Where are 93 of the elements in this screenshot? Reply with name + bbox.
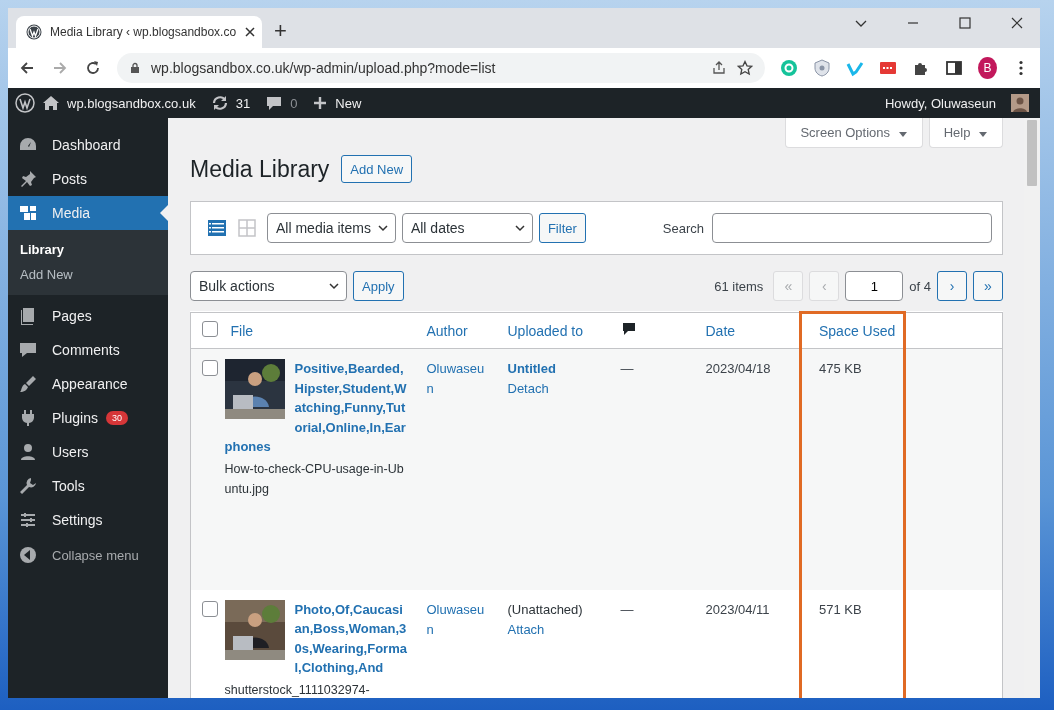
home-icon xyxy=(42,94,60,112)
dots-extension-icon[interactable] xyxy=(879,59,897,77)
menu-item[interactable]: Dashboard xyxy=(8,128,168,162)
file-name: How-to-check-CPU-usage-in-Ubuntu.jpg xyxy=(224,460,405,498)
page-title: Media Library xyxy=(190,155,330,183)
row-checkbox[interactable] xyxy=(202,600,218,617)
screen-options-button[interactable]: Screen Options xyxy=(785,118,923,148)
menu-item[interactable]: Media xyxy=(8,196,168,230)
upload-date: 2023/04/11 xyxy=(705,601,770,617)
collapse-icon xyxy=(18,545,38,565)
bulk-actions-dropdown[interactable]: Bulk actions xyxy=(190,271,347,301)
menu-item[interactable]: Settings xyxy=(8,503,168,537)
comment-count: — xyxy=(620,361,634,376)
file-name: shutterstock_1111032974- xyxy=(224,681,371,698)
date-dropdown[interactable]: All dates xyxy=(401,213,533,243)
attach-link[interactable]: Detach xyxy=(507,379,605,399)
maximize-icon[interactable] xyxy=(958,16,972,30)
refresh-icon xyxy=(210,94,229,112)
search-field[interactable] xyxy=(712,213,992,243)
side-panel-icon[interactable] xyxy=(945,59,963,77)
space-used: 571 KB xyxy=(819,601,862,617)
menu-item[interactable]: Users xyxy=(8,435,168,469)
current-page-arrow-icon xyxy=(160,205,168,221)
add-new-button[interactable]: Add New xyxy=(341,155,413,183)
column-header[interactable]: File xyxy=(230,322,254,339)
apply-button[interactable]: Apply xyxy=(353,271,404,301)
star-icon[interactable] xyxy=(737,60,753,76)
comments-count[interactable]: 0 xyxy=(290,95,298,111)
user-icon xyxy=(18,442,38,462)
column-header[interactable]: Uploaded to xyxy=(507,322,583,339)
site-name-link[interactable]: wp.blogsandbox.co.uk xyxy=(67,95,196,111)
plus-icon xyxy=(312,95,329,111)
list-view-icon[interactable] xyxy=(207,218,227,238)
search-label: Search xyxy=(662,220,704,236)
item-count: 61 items xyxy=(714,278,764,294)
updates-count[interactable]: 31 xyxy=(235,95,251,111)
close-icon[interactable] xyxy=(1010,16,1024,30)
shield-icon[interactable] xyxy=(813,59,831,77)
menu-item[interactable]: Pages xyxy=(8,299,168,333)
new-tab-button[interactable]: + xyxy=(274,18,287,44)
row-checkbox[interactable] xyxy=(202,360,218,376)
filter-button[interactable]: Filter xyxy=(538,213,586,243)
user-avatar-icon[interactable] xyxy=(1011,94,1029,112)
chevron-down-icon xyxy=(513,222,526,234)
comment-count: — xyxy=(620,601,634,617)
author-link[interactable]: Oluwaseun xyxy=(426,599,487,640)
menu-item[interactable]: Tools xyxy=(8,469,168,503)
menu-item[interactable]: Appearance xyxy=(8,367,168,401)
close-icon[interactable] xyxy=(244,26,257,38)
browser-tab[interactable]: Media Library ‹ wp.blogsandbox.co xyxy=(16,16,262,48)
share-icon[interactable] xyxy=(711,60,727,76)
file-title-link[interactable]: Photo,Of,Caucasian,Boss,Woman,30s,Wearing,Formal,Clothing,And xyxy=(224,599,409,678)
author-link[interactable]: Oluwaseun xyxy=(426,359,487,399)
new-link[interactable]: New xyxy=(335,95,362,111)
column-header[interactable]: Date xyxy=(705,322,736,339)
upload-date: 2023/04/18 xyxy=(705,361,771,376)
menu-item[interactable]: Comments xyxy=(8,333,168,367)
page-nav-button[interactable]: » xyxy=(973,271,1003,301)
submenu-item[interactable]: Add New xyxy=(8,262,168,287)
comment-bubble-icon xyxy=(18,340,38,360)
select-all-checkbox[interactable] xyxy=(202,321,218,337)
menu-item[interactable]: Plugins 30 xyxy=(8,401,168,435)
space-used: 475 KB xyxy=(819,361,862,376)
address-bar[interactable]: wp.blogsandbox.co.uk/wp-admin/upload.php?mode=list xyxy=(117,53,765,83)
comment-bubble-icon[interactable] xyxy=(620,321,637,337)
chevron-down-icon xyxy=(376,222,389,234)
sliders-icon xyxy=(18,510,38,530)
help-button[interactable]: Help xyxy=(928,118,1003,148)
file-title-link[interactable]: Positive,Bearded,Hipster,Student,Watching,Funny,Tutorial,Online,In,Earphones xyxy=(224,359,409,457)
lock-icon xyxy=(129,62,141,74)
submenu-item[interactable]: Library xyxy=(8,237,168,262)
wrench-icon xyxy=(18,476,38,496)
comment-bubble-icon xyxy=(265,94,284,112)
page-number-field[interactable]: 1 xyxy=(845,271,904,301)
attach-link[interactable]: Attach xyxy=(507,619,605,640)
menu-item[interactable]: Posts xyxy=(8,162,168,196)
collapse-menu-button[interactable]: Collapse menu xyxy=(8,537,168,573)
profile-avatar[interactable]: B xyxy=(978,57,997,79)
update-count-badge: 30 xyxy=(105,411,128,425)
page-total: of 4 xyxy=(909,278,931,294)
media-icon xyxy=(18,203,38,223)
media-type-dropdown[interactable]: All media items xyxy=(267,213,396,243)
column-header[interactable]: Author xyxy=(426,322,468,339)
page-nav-button[interactable]: › xyxy=(937,271,967,301)
greeting-text[interactable]: Howdy, Oluwaseun xyxy=(884,95,996,111)
tab-title: Media Library ‹ wp.blogsandbox.co xyxy=(50,25,237,39)
chevron-down-icon xyxy=(328,280,340,292)
wordpress-logo-icon[interactable] xyxy=(15,93,35,113)
reload-icon[interactable] xyxy=(84,59,102,77)
unattached-label: (Unattached) xyxy=(507,600,584,619)
wordpress-logo-icon xyxy=(26,24,42,40)
brush-icon xyxy=(18,374,38,394)
parent-post-link[interactable]: Untitled xyxy=(507,359,605,379)
